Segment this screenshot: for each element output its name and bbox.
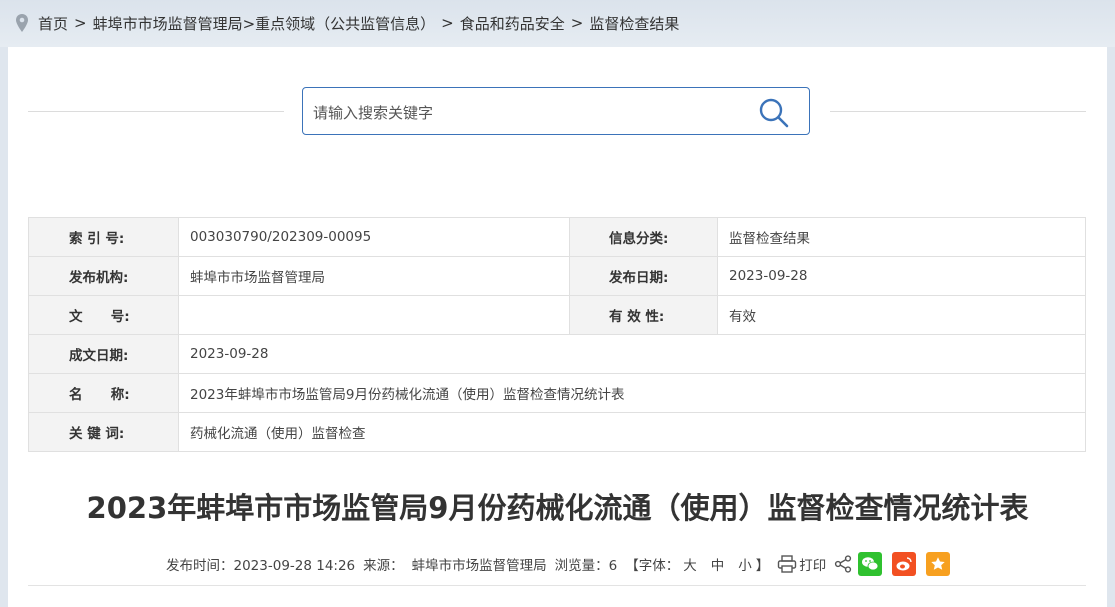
docno-label: 文 号: — [28, 295, 179, 335]
font-size-close: 】 — [755, 558, 770, 574]
font-size-open: 【字体： — [625, 558, 680, 574]
validity-value: 有效 — [717, 295, 1086, 335]
favorite-button[interactable] — [926, 552, 951, 576]
table-row: 成文日期: 2023-09-28 — [28, 334, 1086, 374]
table-row: 发布机构: 蚌埠市市场监督管理局 发布日期: 2023-09-28 — [28, 256, 1086, 296]
content-panel: 请输入搜索关键字 索 引 号: 003030790/202309-00095 信… — [8, 47, 1107, 607]
source-label: 来源： — [363, 558, 404, 574]
search-box[interactable]: 请输入搜索关键字 — [302, 87, 810, 135]
breadcrumb-inspection-results[interactable]: 监督检查结果 — [589, 13, 679, 34]
location-pin-icon — [16, 14, 28, 32]
breadcrumb-separator: > — [74, 14, 87, 32]
validity-label: 有 效 性: — [569, 295, 718, 335]
printer-icon[interactable] — [777, 555, 797, 573]
breadcrumb: 首页 > 蚌埠市市场监督管理局>重点领域（公共监管信息） > 食品和药品安全 >… — [14, 10, 685, 36]
wechat-icon — [862, 557, 879, 571]
breadcrumb-bureau[interactable]: 蚌埠市市场监督管理局>重点领域（公共监管信息） — [93, 13, 436, 34]
created-label: 成文日期: — [28, 334, 179, 374]
font-size-large-button[interactable]: 大 — [683, 554, 697, 574]
article-title: 2023年蚌埠市市场监管局9月份药械化流通（使用）监督检查情况统计表 — [86, 491, 1029, 525]
bottom-divider — [28, 585, 1086, 586]
table-row: 索 引 号: 003030790/202309-00095 信息分类: 监督检查… — [28, 217, 1086, 257]
docno-value — [178, 295, 570, 335]
name-label: 名 称: — [28, 373, 179, 413]
breadcrumb-home[interactable]: 首页 — [38, 13, 68, 34]
divider-right — [830, 111, 1086, 112]
view-count: 浏览量：6 — [554, 558, 618, 574]
divider-left — [28, 111, 284, 112]
document-metadata-table: 索 引 号: 003030790/202309-00095 信息分类: 监督检查… — [28, 217, 1086, 452]
category-value: 监督检查结果 — [717, 217, 1086, 257]
breadcrumb-food-drug[interactable]: 食品和药品安全 — [460, 13, 565, 34]
print-button[interactable]: 打印 — [799, 554, 826, 574]
search-icon[interactable] — [757, 96, 791, 130]
star-icon — [931, 557, 945, 570]
index-value: 003030790/202309-00095 — [178, 217, 570, 257]
name-value: 2023年蚌埠市市场监管局9月份药械化流通（使用）监督检查情况统计表 — [178, 373, 1086, 413]
wechat-share-button[interactable] — [858, 552, 883, 576]
keywords-value: 药械化流通（使用）监督检查 — [178, 412, 1086, 452]
category-label: 信息分类: — [569, 217, 718, 257]
weibo-share-button[interactable] — [892, 552, 917, 576]
created-value: 2023-09-28 — [178, 334, 1086, 374]
breadcrumb-separator: > — [441, 14, 454, 32]
publish-time: 发布时间：2023-09-28 14:26 — [166, 558, 356, 574]
share-icon[interactable] — [834, 555, 852, 573]
search-input[interactable]: 请输入搜索关键字 — [313, 102, 433, 123]
keywords-label: 关 键 词: — [28, 412, 179, 452]
font-size-small-button[interactable]: 小 — [738, 554, 752, 574]
breadcrumb-separator: > — [570, 14, 584, 32]
source-value: 蚌埠市市场监督管理局 — [411, 558, 547, 574]
table-row: 名 称: 2023年蚌埠市市场监管局9月份药械化流通（使用）监督检查情况统计表 — [28, 373, 1086, 413]
article-info-bar: 发布时间：2023-09-28 14:26 来源： 蚌埠市市场监督管理局 浏览量… — [166, 552, 960, 576]
publisher-label: 发布机构: — [28, 256, 179, 296]
table-row: 文 号: 有 效 性: 有效 — [28, 295, 1086, 335]
table-row: 关 键 词: 药械化流通（使用）监督检查 — [28, 412, 1086, 452]
pubdate-label: 发布日期: — [569, 256, 718, 296]
publisher-value: 蚌埠市市场监督管理局 — [178, 256, 570, 296]
breadcrumb-bar: 首页 > 蚌埠市市场监督管理局>重点领域（公共监管信息） > 食品和药品安全 >… — [0, 0, 1115, 47]
weibo-icon — [896, 557, 912, 571]
font-size-medium-button[interactable]: 中 — [711, 554, 725, 574]
pubdate-value: 2023-09-28 — [717, 256, 1086, 296]
index-label: 索 引 号: — [28, 217, 179, 257]
